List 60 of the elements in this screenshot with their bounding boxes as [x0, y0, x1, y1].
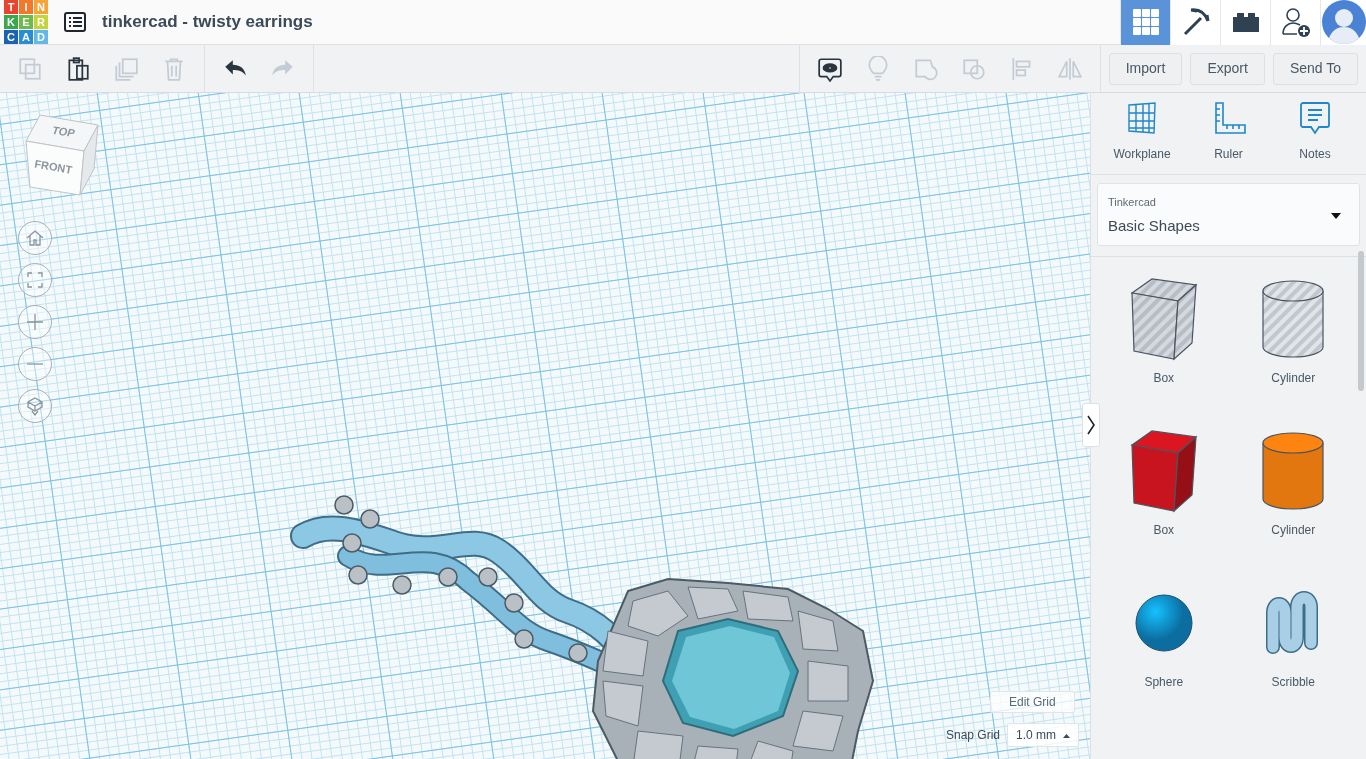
- logo-letter: N: [34, 0, 48, 14]
- zoom-out-button[interactable]: [18, 347, 52, 381]
- add-user-nav-button[interactable]: [1270, 0, 1320, 45]
- notes-icon: [816, 55, 843, 82]
- caret-icon: [1331, 212, 1341, 219]
- scribble-shape-button[interactable]: Scribble: [1228, 577, 1358, 729]
- caret-up-icon: [1063, 733, 1071, 738]
- cylinder-shape-button[interactable]: Cylinder: [1228, 425, 1358, 577]
- snap-grid-dropdown[interactable]: 1.0 mm: [1007, 723, 1080, 747]
- perspective-button[interactable]: [18, 389, 52, 423]
- brick-nav-button[interactable]: [1220, 0, 1270, 45]
- notes-icon: [1297, 101, 1333, 137]
- box-shape-button[interactable]: Box: [1099, 273, 1229, 425]
- add-user-icon: [1280, 6, 1311, 38]
- send-to-button[interactable]: Send To: [1272, 52, 1358, 85]
- brick-icon: [1231, 11, 1260, 33]
- shape-library-dropdown[interactable]: Tinkercad Basic Shapes: [1097, 183, 1360, 246]
- perspective-icon: [27, 396, 43, 416]
- logo-letter: A: [19, 30, 33, 44]
- avatar-icon[interactable]: [1321, 0, 1366, 44]
- sphere-shape-button[interactable]: Sphere: [1099, 577, 1229, 729]
- logo-letter: T: [4, 0, 18, 14]
- export-button[interactable]: Export: [1190, 52, 1265, 85]
- notes-tool-button[interactable]: Notes: [1280, 101, 1350, 166]
- logo-letter: K: [4, 15, 18, 29]
- workplane-tool-button[interactable]: Workplane: [1107, 101, 1177, 166]
- library-label: Tinkercad: [1108, 195, 1157, 210]
- design-title: tinkercad - twisty earrings: [102, 11, 313, 34]
- cylinder-shape-button[interactable]: Cylinder: [1228, 273, 1358, 425]
- workplane-canvas[interactable]: TOP FRONT Edit Grid Snap Grid 1.0 mm: [0, 93, 1090, 759]
- view-cube[interactable]: [25, 114, 99, 196]
- logo-letter: E: [19, 15, 33, 29]
- mirror-icon: [1056, 55, 1083, 82]
- view-cube-front-label: FRONT: [33, 157, 73, 176]
- home-button[interactable]: [18, 221, 52, 255]
- view-cube-top-label: TOP: [51, 123, 76, 139]
- fit-button[interactable]: [18, 263, 52, 297]
- logo-letter: D: [34, 30, 48, 44]
- list-icon[interactable]: [64, 12, 86, 32]
- paste-icon: [65, 55, 91, 82]
- tinkercad-logo[interactable]: T I N K E R C A D: [4, 0, 48, 44]
- grid-icon: [1131, 8, 1160, 36]
- logo-letter: R: [34, 15, 48, 29]
- logo-letter: C: [4, 30, 18, 44]
- copy-icon: [17, 55, 43, 82]
- fit-icon: [27, 272, 43, 288]
- library-value: Basic Shapes: [1108, 215, 1201, 236]
- import-button[interactable]: Import: [1108, 52, 1183, 85]
- logo-letter: I: [19, 0, 33, 14]
- home-icon: [26, 230, 44, 246]
- zoom-in-icon: [26, 313, 44, 331]
- ruler-tool-button[interactable]: Ruler: [1193, 101, 1264, 166]
- pickaxe-nav-button[interactable]: [1170, 0, 1220, 45]
- collapse-panel-button[interactable]: [1082, 403, 1100, 447]
- box-shape-button[interactable]: Box: [1099, 425, 1229, 577]
- zoom-in-button[interactable]: [18, 305, 52, 339]
- duplicate-icon: [113, 55, 139, 82]
- chevron-right-icon: [1087, 415, 1095, 435]
- edit-grid-button[interactable]: Edit Grid: [990, 691, 1075, 713]
- snap-grid-label: Snap Grid: [946, 727, 1001, 744]
